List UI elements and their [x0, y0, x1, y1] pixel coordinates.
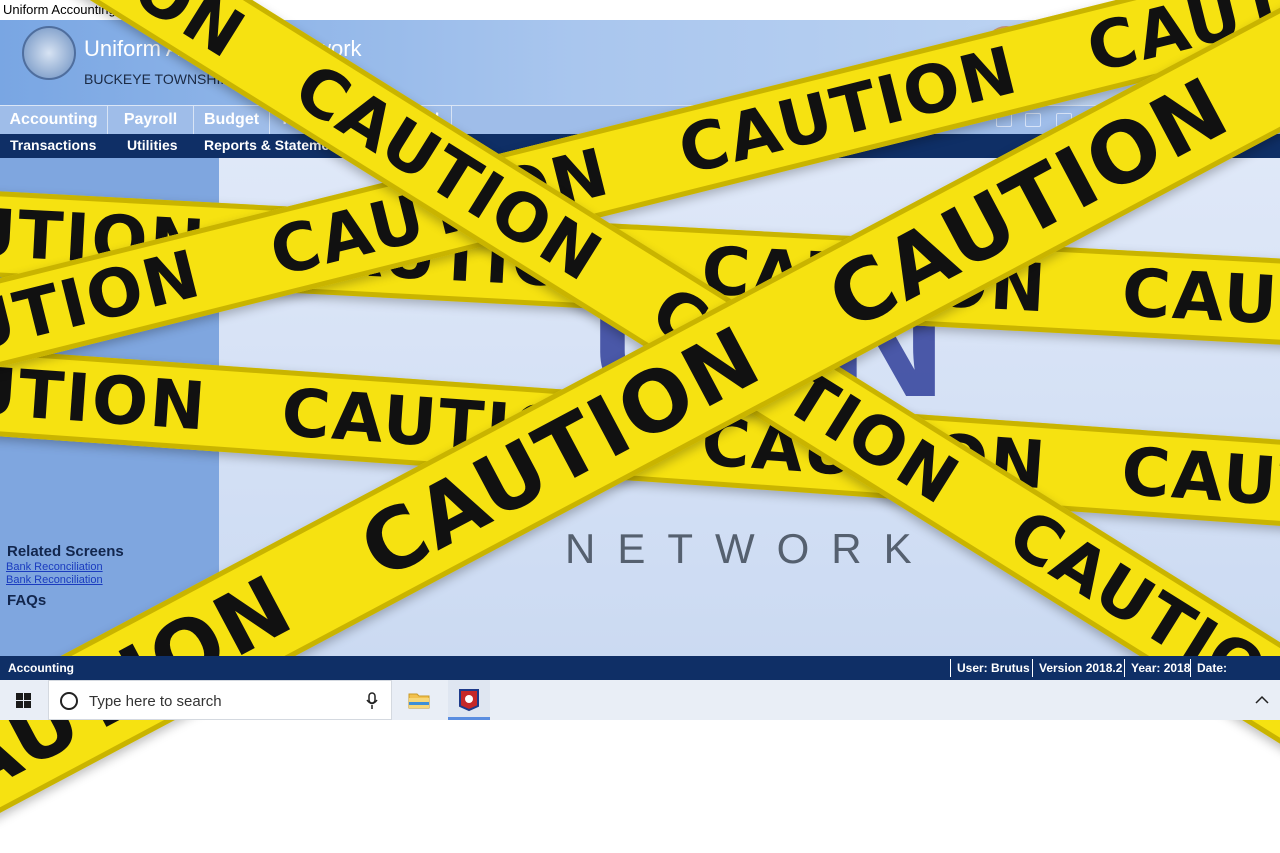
- subnav-maintenance[interactable]: Maintenance: [379, 134, 464, 158]
- subnav-reports-statements[interactable]: Reports & Statements: [204, 134, 350, 158]
- est-primary-link[interactable]: Est. Primary Only: [1097, 134, 1206, 158]
- email-icon[interactable]: [1025, 113, 1041, 127]
- subnav-utilities[interactable]: Utilities: [127, 134, 178, 158]
- help-circle-icon[interactable]: [1088, 113, 1104, 127]
- chevron-up-icon[interactable]: [1252, 692, 1272, 708]
- file-explorer-icon[interactable]: [400, 680, 438, 720]
- uan-app-icon[interactable]: [448, 680, 490, 720]
- status-version: Version 2018.2: [1032, 659, 1128, 677]
- subnav-transactions[interactable]: Transactions: [10, 134, 96, 158]
- windows-taskbar: Type here to search: [0, 680, 1280, 720]
- related-link-bank-reconciliation-2[interactable]: Bank Reconciliation: [6, 574, 103, 586]
- nav-inventory[interactable]: Inventory: [270, 106, 368, 135]
- nav-budget[interactable]: Budget: [194, 106, 270, 135]
- nav-payroll[interactable]: Payroll: [108, 106, 194, 135]
- minimize-icon[interactable]: –: [1141, 0, 1187, 20]
- need-help-button[interactable]: Need Help?: [1113, 106, 1217, 135]
- nav-general[interactable]: General: [368, 106, 452, 135]
- uan-logo-letters: UAN: [590, 243, 946, 433]
- related-screens-title: Related Screens: [7, 543, 124, 560]
- search-circle-icon: [60, 692, 78, 710]
- window-titlebar: Uniform Accounting Network – ❐ ✕: [0, 0, 1280, 20]
- window-title: Uniform Accounting Network: [3, 2, 168, 17]
- status-date: Date: 4/26/2018: [1190, 659, 1280, 693]
- nav-accounting[interactable]: Accounting: [0, 106, 108, 135]
- close-icon[interactable]: ✕: [1233, 0, 1279, 20]
- related-link-bank-reconciliation[interactable]: Bank Reconciliation: [6, 561, 103, 573]
- main-nav: Accounting Payroll Budget Inventory Gene…: [0, 105, 1280, 135]
- search-placeholder: Type here to search: [89, 693, 222, 710]
- state-seal-icon: [22, 26, 76, 80]
- sub-nav: Transactions Utilities Reports & Stateme…: [0, 134, 1280, 158]
- status-user: User: Brutus: [950, 659, 1036, 677]
- uan-logo-network: NETWORK: [565, 525, 934, 572]
- restore-icon[interactable]: ❐: [1187, 0, 1233, 20]
- settings-icon[interactable]: [1056, 113, 1072, 127]
- app-header: Uniform Accounting Network BUCKEYE TOWNS…: [0, 20, 1280, 105]
- uan-logo-uniform: UNIFORM: [565, 430, 878, 474]
- app-title: Uniform Accounting Network: [84, 36, 362, 61]
- print-icon[interactable]: [996, 113, 1012, 127]
- status-module: Accounting: [8, 661, 74, 675]
- microphone-icon[interactable]: [365, 692, 379, 710]
- windows-logo-icon[interactable]: [0, 680, 48, 720]
- status-bar: Accounting User: Brutus Version 2018.2 Y…: [0, 656, 1280, 693]
- taskbar-search-box[interactable]: Type here to search: [48, 680, 392, 720]
- auditor-photo: [985, 26, 1027, 68]
- entity-subtitle: BUCKEYE TOWNSHIP, FRANKLIN COUNTY: [84, 71, 368, 87]
- faqs-title: FAQs: [7, 592, 47, 609]
- status-year: Year: 2018: [1124, 659, 1196, 677]
